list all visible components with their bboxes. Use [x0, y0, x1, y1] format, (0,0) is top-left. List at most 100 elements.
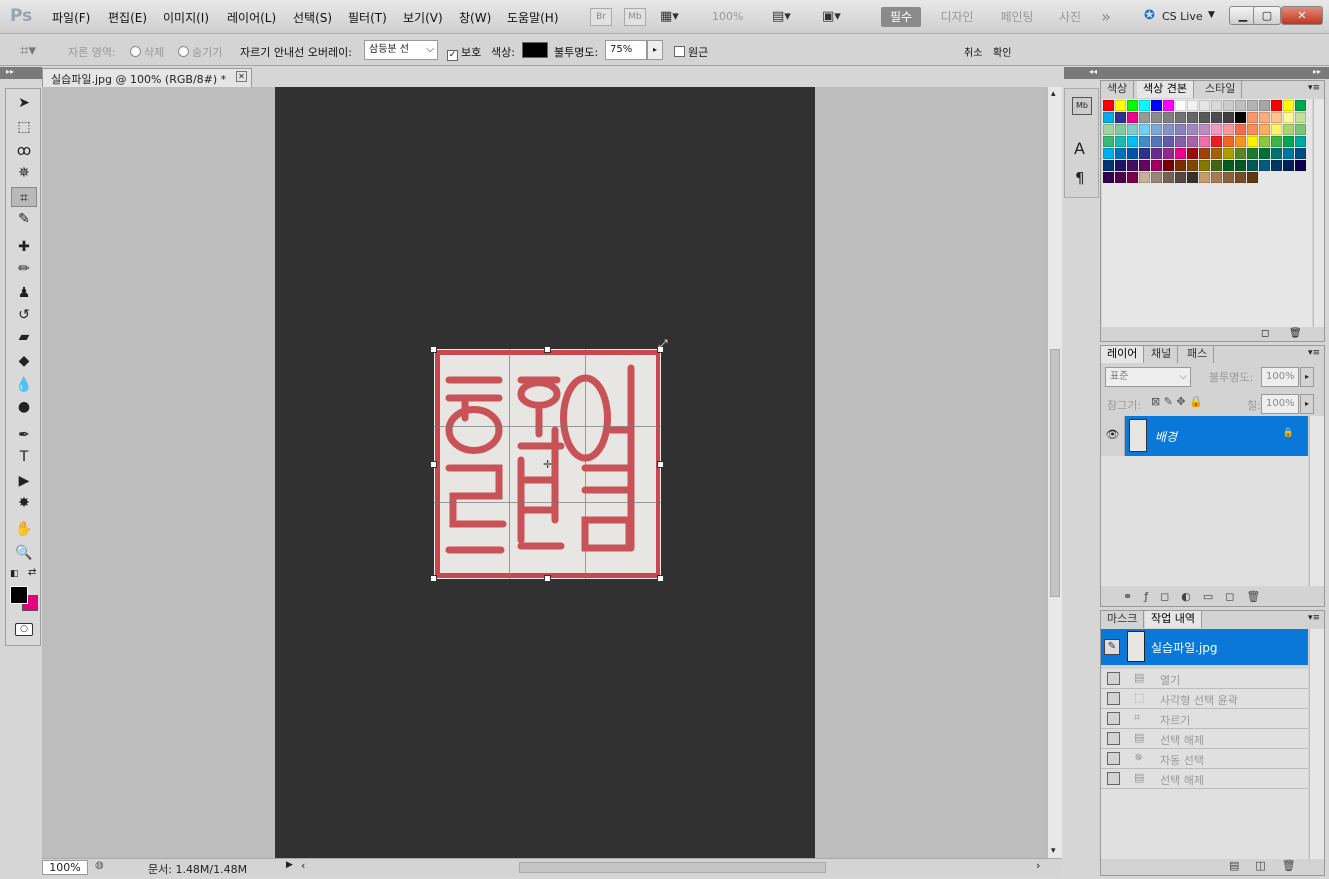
toolbar-collapse-bar[interactable]: ▸▸ [0, 67, 42, 79]
history-source-checkbox[interactable] [1107, 772, 1120, 785]
color-swatch[interactable] [1211, 160, 1222, 171]
color-swatch[interactable] [1223, 160, 1234, 171]
color-swatch[interactable] [1187, 148, 1198, 159]
color-swatch[interactable] [1151, 100, 1162, 111]
restore-button[interactable]: ▢ [1253, 6, 1281, 25]
color-swatch[interactable] [1283, 100, 1294, 111]
crop-handle-r[interactable] [657, 461, 664, 468]
color-swatch[interactable] [1283, 160, 1294, 171]
foreground-color-swatch[interactable] [10, 586, 28, 604]
snapshot-brush-icon[interactable]: ✎ [1104, 639, 1120, 655]
color-swatch[interactable] [1295, 136, 1306, 147]
color-swatch[interactable] [1295, 124, 1306, 135]
crop-handle-l[interactable] [430, 461, 437, 468]
color-swatch[interactable] [1247, 136, 1258, 147]
color-swatch[interactable] [1151, 160, 1162, 171]
tab-styles[interactable]: 스타일 [1199, 81, 1243, 98]
scroll-left-icon[interactable]: ‹ [301, 859, 305, 872]
tab-paths[interactable]: 패스 [1181, 346, 1215, 363]
color-swatch[interactable] [1187, 124, 1198, 135]
menu-view[interactable]: 보기(V) [403, 9, 443, 26]
history-item[interactable]: ▤ 선택 해제 [1101, 729, 1308, 749]
color-swatch[interactable] [1295, 112, 1306, 123]
color-swatch[interactable] [1223, 124, 1234, 135]
panel-collapse-left-icon[interactable]: ◂◂ [1089, 67, 1097, 76]
menu-layer[interactable]: 레이어(L) [227, 9, 276, 26]
color-swatch[interactable] [1103, 160, 1114, 171]
color-swatch[interactable] [1163, 172, 1174, 183]
workspace-photography[interactable]: 사진 [1055, 7, 1085, 27]
horizontal-scroll-thumb[interactable] [519, 862, 826, 873]
color-swatch[interactable] [1187, 172, 1198, 183]
color-swatch[interactable] [1283, 124, 1294, 135]
eyedropper-tool-icon[interactable]: ✎ [11, 209, 37, 229]
zoom-level[interactable]: 100% [712, 10, 743, 23]
color-swatch[interactable] [1235, 124, 1246, 135]
history-item[interactable]: ▤ 선택 해제 [1101, 769, 1308, 789]
color-swatch[interactable] [1271, 124, 1282, 135]
color-swatch[interactable] [1175, 148, 1186, 159]
menu-filter[interactable]: 필터(T) [348, 9, 387, 26]
cs-live-chevron-icon[interactable]: ▼ [1208, 10, 1215, 20]
menu-image[interactable]: 이미지(I) [163, 9, 209, 26]
color-swatch[interactable] [1247, 160, 1258, 171]
scroll-right-icon[interactable]: › [1036, 859, 1040, 872]
crop-handle-br[interactable] [657, 575, 664, 582]
color-swatch[interactable] [1199, 148, 1210, 159]
clone-stamp-tool-icon[interactable]: ♟ [11, 283, 37, 303]
color-swatch[interactable] [1115, 136, 1126, 147]
status-info-icon[interactable]: ◍ [95, 860, 104, 871]
history-panel-menu-icon[interactable]: ▾≡ [1308, 613, 1320, 623]
color-swatch[interactable] [1211, 100, 1222, 111]
color-swatch[interactable] [1295, 100, 1306, 111]
color-swatch[interactable] [1211, 112, 1222, 123]
color-swatch[interactable] [1127, 100, 1138, 111]
color-swatch[interactable] [1223, 112, 1234, 123]
color-swatch[interactable] [1139, 160, 1150, 171]
history-brush-tool-icon[interactable]: ↺ [11, 305, 37, 325]
color-swatch[interactable] [1235, 112, 1246, 123]
crop-center-icon[interactable]: ✛ [543, 458, 552, 471]
color-swatch[interactable] [1271, 148, 1282, 159]
color-swatch[interactable] [1283, 148, 1294, 159]
panel-collapse-bar[interactable]: ◂◂ ▸▸ [1064, 67, 1329, 79]
tab-channels[interactable]: 채널 [1145, 346, 1179, 363]
color-swatch[interactable] [1127, 112, 1138, 123]
layer-row-background[interactable]: 배경 🔒 [1125, 416, 1308, 456]
color-swatch[interactable] [1163, 148, 1174, 159]
color-swatch[interactable] [1175, 160, 1186, 171]
opacity-slider-arrow-icon[interactable]: ▸ [647, 40, 663, 60]
swatches-panel-menu-icon[interactable]: ▾≡ [1308, 83, 1320, 93]
minibridge-panel-icon[interactable]: Mb [1072, 97, 1092, 115]
color-swatch[interactable] [1103, 100, 1114, 111]
crop-handle-b[interactable] [544, 575, 551, 582]
zoom-field[interactable]: 100% [42, 860, 88, 875]
color-swatch[interactable] [1283, 112, 1294, 123]
color-swatch[interactable] [1163, 160, 1174, 171]
dodge-tool-icon[interactable]: ● [11, 397, 37, 417]
history-snapshot-row[interactable]: ✎ 실습파일.jpg [1101, 629, 1308, 665]
color-swatch[interactable] [1139, 136, 1150, 147]
swatches-scrollbar[interactable] [1313, 99, 1324, 327]
path-selection-tool-icon[interactable]: ▶ [11, 471, 37, 491]
color-swatch[interactable] [1271, 100, 1282, 111]
tab-swatches[interactable]: 색상 견본 [1137, 81, 1194, 98]
history-source-checkbox[interactable] [1107, 672, 1120, 685]
scroll-down-icon[interactable]: ▾ [1051, 846, 1056, 856]
color-swatch[interactable] [1247, 100, 1258, 111]
type-tool-icon[interactable]: T [11, 447, 37, 467]
color-swatch[interactable] [1115, 148, 1126, 159]
crop-handle-t[interactable] [544, 346, 551, 353]
new-swatch-icon[interactable]: ◻ [1261, 328, 1269, 339]
color-swatch[interactable] [1151, 112, 1162, 123]
color-swatch[interactable] [1259, 100, 1270, 111]
healing-brush-tool-icon[interactable]: ✚ [11, 237, 37, 257]
color-swatch[interactable] [1235, 136, 1246, 147]
history-footer-icons[interactable]: ▤◫🗑 [1229, 859, 1312, 872]
color-swatch[interactable] [1187, 112, 1198, 123]
color-swatch[interactable] [1199, 100, 1210, 111]
history-scrollbar[interactable] [1309, 629, 1324, 859]
color-swatch[interactable] [1283, 136, 1294, 147]
color-swatch[interactable] [1163, 124, 1174, 135]
history-source-checkbox[interactable] [1107, 692, 1120, 705]
